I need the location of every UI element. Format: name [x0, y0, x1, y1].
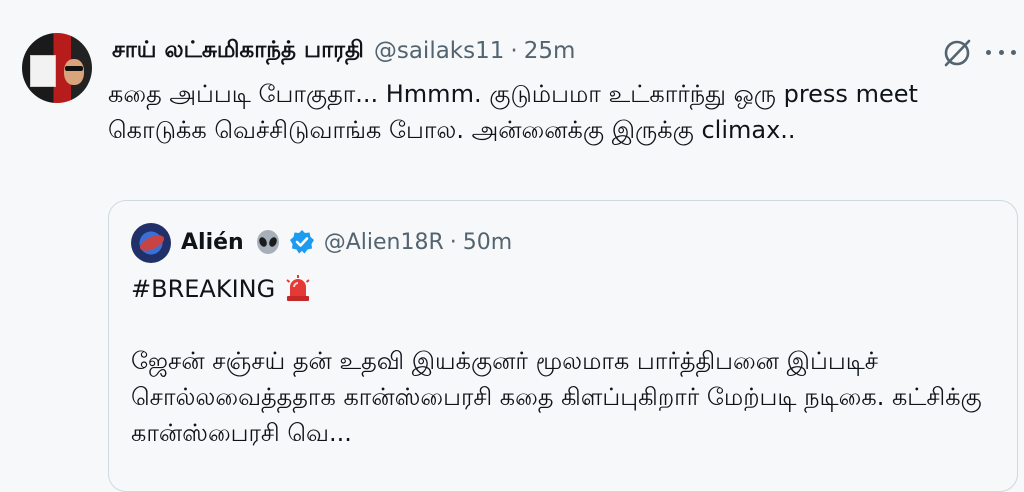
timestamp[interactable]: 25m	[524, 38, 576, 64]
quoted-separator-dot: ·	[449, 229, 457, 255]
more-dots-icon[interactable]	[986, 40, 1016, 64]
quoted-tweet-text: ஜேசன் சஞ்சய் தன் உதவி இயக்குனர் மூலமாக ப…	[131, 347, 982, 447]
display-name[interactable]: சாய் லட்சுமிகாந்த் பாரதி	[112, 37, 364, 66]
hashtag-breaking[interactable]: #BREAKING	[131, 273, 275, 305]
quoted-tweet[interactable]: Alién @Alien18R · 50m #BREAKING ஜேசன் சஞ…	[108, 200, 1018, 492]
grok-icon[interactable]	[940, 36, 974, 70]
quoted-display-name: Alién	[181, 229, 244, 255]
separator-dot: ·	[510, 38, 518, 64]
user-avatar[interactable]	[22, 33, 92, 103]
verified-badge-icon	[289, 230, 314, 254]
quoted-timestamp: 50m	[462, 229, 513, 255]
tweet-header: சாய் லட்சுமிகாந்த் பாரதி @sailaks11 · 25…	[112, 36, 575, 66]
alien-emoji-icon	[256, 230, 279, 254]
tweet-text: கதை அப்படி போகுதா... Hmmm. குடும்பமா உட்…	[108, 80, 918, 144]
user-handle[interactable]: @sailaks11	[374, 38, 505, 64]
breaking-line: #BREAKING	[131, 273, 313, 305]
quoted-handle: @Alien18R	[323, 229, 444, 255]
siren-emoji-icon	[286, 275, 310, 301]
tweet[interactable]: சாய் லட்சுமிகாந்த் பாரதி @sailaks11 · 25…	[0, 0, 1024, 492]
quoted-user-avatar[interactable]	[131, 223, 171, 263]
quoted-tweet-header: Alién @Alien18R · 50m	[181, 227, 512, 257]
